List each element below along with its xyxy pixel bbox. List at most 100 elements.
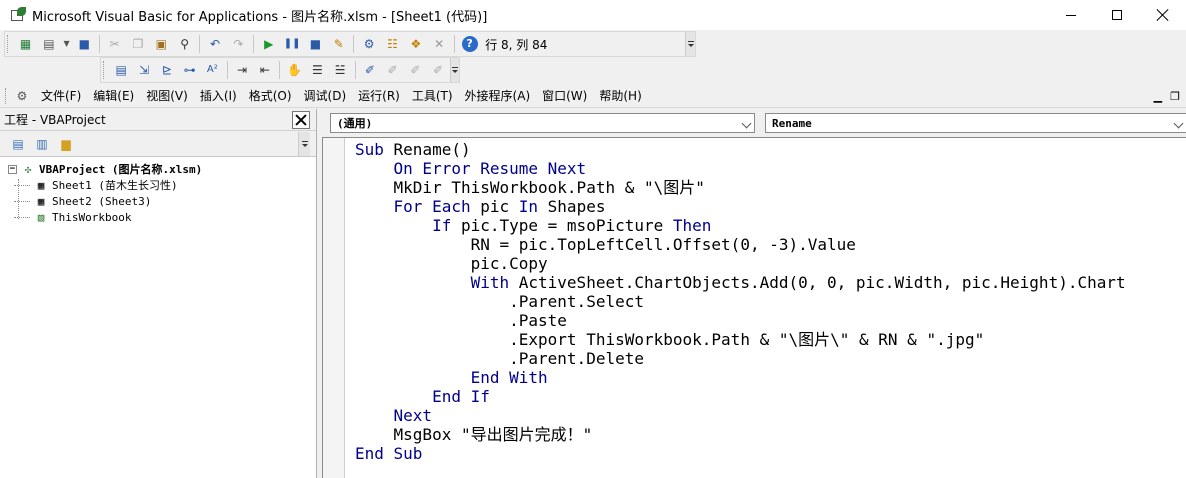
previous-bookmark-button[interactable]: ✐ (405, 59, 426, 81)
toggle-bookmark-button[interactable]: ✐ (359, 59, 380, 81)
code-line[interactable]: On Error Resume Next (355, 159, 1126, 178)
view-object-button[interactable]: ▥ (31, 133, 53, 155)
complete-word-button[interactable]: A² (202, 59, 223, 81)
mdi-minimize-icon[interactable]: ▁ (1154, 90, 1162, 103)
properties-button[interactable]: ☷ (382, 33, 403, 55)
close-icon (296, 115, 306, 125)
tree-item-sheet2[interactable]: ▦ Sheet2 (Sheet3) (4, 193, 316, 209)
project-toolbar-options-button[interactable] (298, 132, 310, 156)
worksheet-icon: ▦ (37, 194, 45, 208)
chevron-down-icon (301, 144, 308, 147)
tree-root-node[interactable]: − ✣ VBAProject (图片名称.xlsm) (4, 161, 316, 177)
procedure-combo[interactable]: Rename (765, 113, 1186, 133)
redo-button[interactable]: ↷ (228, 33, 249, 55)
save-button[interactable]: ■ (74, 33, 95, 55)
menu-run[interactable]: 运行(R) (352, 86, 406, 106)
run-button[interactable]: ▶ (258, 33, 279, 55)
toolbox-icon: ✕ (434, 37, 445, 51)
quick-info-button[interactable]: ⊵ (156, 59, 177, 81)
menu-debug[interactable]: 调试(D) (298, 86, 353, 106)
reset-button[interactable]: ■ (305, 33, 326, 55)
insert-module-button[interactable]: ▤ (38, 33, 59, 55)
code-line[interactable]: End If (355, 387, 1126, 406)
minimize-button[interactable] (1048, 0, 1094, 30)
list-constants-button[interactable]: ⇲ (134, 59, 155, 81)
code-line[interactable]: .Paste (355, 311, 1126, 330)
code-line[interactable]: MkDir ThisWorkbook.Path & "\图片" (355, 178, 1126, 197)
find-button[interactable]: ⚲ (174, 33, 195, 55)
menu-help[interactable]: 帮助(H) (593, 86, 647, 106)
list-properties-icon: ▤ (115, 63, 127, 77)
code-line[interactable]: End Sub (355, 444, 1126, 463)
toggle-folders-button[interactable]: ▆ (55, 133, 77, 155)
project-explorer-button[interactable]: ⚙ (358, 33, 379, 55)
window-controls (1048, 0, 1186, 30)
code-line[interactable]: If pic.Type = msoPicture Then (355, 216, 1126, 235)
maximize-button[interactable] (1094, 0, 1140, 30)
close-button[interactable] (1140, 0, 1186, 30)
parameter-info-button[interactable]: ⊶ (179, 59, 200, 81)
tree-item-label: Sheet2 (Sheet3) (52, 194, 152, 208)
toolbar-options-button[interactable] (449, 58, 460, 82)
tree-item-thisworkbook[interactable]: ▧ ThisWorkbook (4, 209, 316, 225)
help-button[interactable]: ? (459, 33, 480, 55)
object-combo[interactable]: (通用) (330, 113, 755, 133)
tree-item-sheet1[interactable]: ▦ Sheet1 (苗木生长习性) (4, 177, 316, 193)
cut-icon: ✂ (109, 37, 120, 51)
code-line[interactable]: .Parent.Delete (355, 349, 1126, 368)
menu-edit[interactable]: 编辑(E) (87, 86, 140, 106)
menu-format[interactable]: 格式(O) (243, 86, 298, 106)
code-editor[interactable]: Sub Rename() On Error Resume Next MkDir … (322, 137, 1186, 478)
comment-block-button[interactable]: ☰ (307, 59, 328, 81)
insert-dropdown-button[interactable]: ▼ (62, 33, 72, 55)
code-line[interactable]: pic.Copy (355, 254, 1126, 273)
code-line[interactable]: MsgBox "导出图片完成！" (355, 425, 1126, 444)
break-button[interactable]: ❚❚ (281, 33, 302, 55)
view-excel-button[interactable]: ▦ (15, 33, 36, 55)
list-properties-button[interactable]: ▤ (111, 59, 132, 81)
code-line[interactable]: RN = pic.TopLeftCell.Offset(0, -3).Value (355, 235, 1126, 254)
cut-button[interactable]: ✂ (104, 33, 125, 55)
toolbar-grip[interactable] (103, 61, 107, 79)
menu-grip[interactable] (5, 87, 9, 104)
vba-editor-window: Microsoft Visual Basic for Applications … (0, 0, 1186, 478)
next-bookmark-button[interactable]: ✐ (382, 59, 403, 81)
outdent-icon: ⇤ (259, 63, 270, 77)
system-menu-icon[interactable]: ⚙ (13, 87, 31, 105)
copy-button[interactable]: ❐ (127, 33, 148, 55)
toggle-breakpoint-button[interactable]: ✋ (284, 59, 305, 81)
code-line[interactable]: Next (355, 406, 1126, 425)
comment-block-icon: ☰ (311, 63, 323, 77)
uncomment-block-button[interactable]: ☱ (330, 59, 351, 81)
procedure-combo-value: Rename (772, 116, 812, 130)
indent-button[interactable]: ⇥ (232, 59, 253, 81)
view-code-button[interactable]: ▤ (7, 133, 29, 155)
toolbar-options-button[interactable] (685, 32, 695, 56)
menu-file[interactable]: 文件(F) (35, 86, 87, 106)
toolbar-grip[interactable] (7, 35, 11, 53)
outdent-button[interactable]: ⇤ (254, 59, 275, 81)
code-text[interactable]: Sub Rename() On Error Resume Next MkDir … (355, 140, 1126, 463)
design-mode-button[interactable]: ✎ (328, 33, 349, 55)
paste-button[interactable]: ▣ (151, 33, 172, 55)
menu-view[interactable]: 视图(V) (140, 86, 194, 106)
mdi-restore-icon[interactable]: ❐ (1170, 90, 1180, 103)
code-line[interactable]: With ActiveSheet.ChartObjects.Add(0, 0, … (355, 273, 1126, 292)
menu-insert[interactable]: 插入(I) (194, 86, 243, 106)
toolbox-button[interactable]: ✕ (429, 33, 450, 55)
code-line[interactable]: End With (355, 368, 1126, 387)
menu-window[interactable]: 窗口(W) (536, 86, 593, 106)
collapse-icon[interactable]: − (8, 164, 17, 174)
clear-bookmarks-button[interactable]: ✐ (428, 59, 449, 81)
code-margin-indicator-bar[interactable] (323, 138, 345, 478)
code-line[interactable]: .Export ThisWorkbook.Path & "\图片\" & RN … (355, 330, 1126, 349)
code-line[interactable]: For Each pic In Shapes (355, 197, 1126, 216)
code-line[interactable]: Sub Rename() (355, 140, 1126, 159)
menu-addins[interactable]: 外接程序(A) (459, 86, 537, 106)
menu-tools[interactable]: 工具(T) (406, 86, 459, 106)
chevron-down-icon (451, 70, 458, 73)
code-line[interactable]: .Parent.Select (355, 292, 1126, 311)
object-browser-button[interactable]: ❖ (405, 33, 426, 55)
project-explorer-close-button[interactable] (292, 111, 310, 129)
undo-button[interactable]: ↶ (204, 33, 225, 55)
